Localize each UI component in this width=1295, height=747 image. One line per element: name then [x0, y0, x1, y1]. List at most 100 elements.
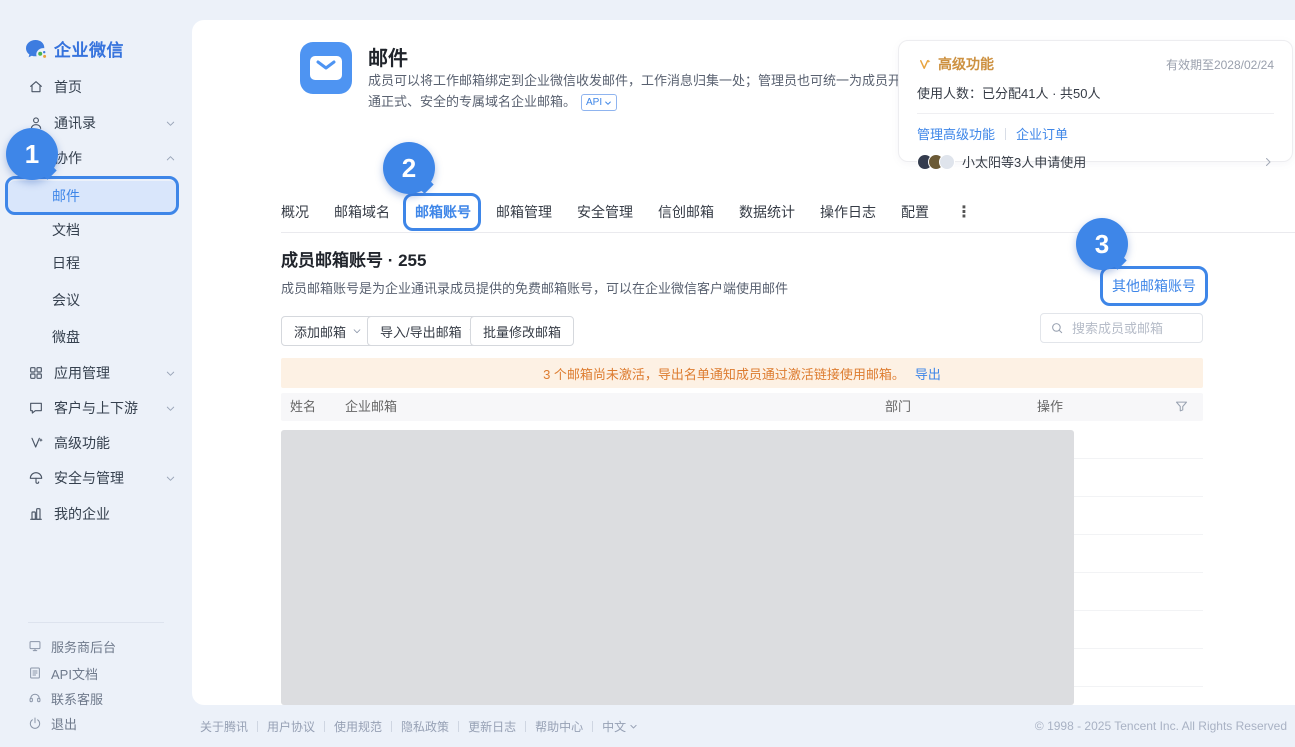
import-export-label: 导入/导出邮箱	[380, 322, 462, 341]
sidebar-item-contacts[interactable]: 通讯录	[0, 109, 192, 137]
sidebar-item-schedule[interactable]: 日程	[0, 249, 192, 277]
chevron-right-icon	[1262, 156, 1274, 168]
section-title: 成员邮箱账号 · 255	[281, 246, 426, 271]
tab-xinchuang-mail[interactable]: 信创邮箱	[658, 202, 714, 222]
chevron-down-icon	[165, 403, 176, 414]
sidebar-item-label: 协作	[54, 148, 82, 168]
column-header-department: 部门	[885, 393, 911, 421]
sidebar-item-contact-support[interactable]: 联系客服	[0, 686, 192, 710]
footer-link-changelog[interactable]: 更新日志	[468, 718, 516, 735]
tab-mail-management[interactable]: 邮箱管理	[496, 202, 552, 222]
sidebar: 企业微信 首页 通讯录 协作 邮件 1 文档 日程 会议 微盘 应用管理	[0, 0, 192, 747]
sidebar-item-customers[interactable]: 客户与上下游	[0, 394, 192, 422]
tab-bar: 概况 邮箱域名 邮箱账号 2 邮箱管理 安全管理 信创邮箱 数据统计 操作日志 …	[281, 192, 972, 232]
sidebar-divider	[28, 622, 164, 623]
add-mailbox-button[interactable]: 添加邮箱	[281, 316, 375, 346]
footer-link-user-agreement[interactable]: 用户协议	[267, 718, 315, 735]
sidebar-item-drive[interactable]: 微盘	[0, 323, 192, 351]
section-description: 成员邮箱账号是为企业通讯录成员提供的免费邮箱账号，可以在企业微信客户端使用邮件	[281, 278, 788, 297]
sidebar-item-label: 首页	[54, 77, 82, 97]
page-description: 成员可以将工作邮箱绑定到企业微信收发邮件，工作消息归集一处；管理员也可统一为成员…	[368, 70, 902, 112]
footer-link-privacy[interactable]: 隐私政策	[401, 718, 449, 735]
add-mailbox-label: 添加邮箱	[294, 322, 346, 341]
sidebar-item-label: 我的企业	[54, 504, 110, 524]
sidebar-item-my-company[interactable]: 我的企业	[0, 500, 192, 528]
footer-separator	[324, 721, 325, 732]
premium-panel-title: 高级功能	[938, 54, 994, 74]
batch-modify-mailbox-button[interactable]: 批量修改邮箱	[470, 316, 574, 346]
export-link[interactable]: 导出	[915, 364, 941, 383]
tab-bar-divider	[281, 232, 1295, 233]
sidebar-item-docs[interactable]: 文档	[0, 216, 192, 244]
footer-link-about[interactable]: 关于腾讯	[200, 718, 248, 735]
power-icon	[28, 716, 42, 730]
chevron-down-icon	[352, 326, 362, 336]
premium-v-icon	[917, 57, 932, 72]
footer-separator	[257, 721, 258, 732]
premium-v-icon	[28, 435, 44, 451]
table-header: 姓名 企业邮箱 部门 操作	[281, 393, 1203, 421]
sidebar-item-label: 文档	[52, 222, 80, 238]
sidebar-item-collaboration[interactable]: 协作	[0, 144, 192, 172]
tab-mail-domain[interactable]: 邮箱域名	[334, 202, 390, 222]
sidebar-item-mail[interactable]: 邮件 1	[8, 181, 178, 212]
sidebar-item-provider-console[interactable]: 服务商后台	[0, 634, 192, 658]
tab-security-management[interactable]: 安全管理	[577, 202, 633, 222]
wecom-admin-page: 企业微信 首页 通讯录 协作 邮件 1 文档 日程 会议 微盘 应用管理	[0, 0, 1295, 747]
company-orders-link[interactable]: 企业订单	[1016, 124, 1068, 143]
page-description-text: 成员可以将工作邮箱绑定到企业微信收发邮件，工作消息归集一处；管理员也可统一为成员…	[368, 73, 901, 109]
activation-notice-text: 3 个邮箱尚未激活，导出名单通知成员通过激活链接使用邮箱。	[543, 364, 905, 383]
footer-separator	[391, 721, 392, 732]
sidebar-item-home[interactable]: 首页	[0, 73, 192, 101]
tab-data-statistics[interactable]: 数据统计	[739, 202, 795, 222]
manage-premium-link[interactable]: 管理高级功能	[917, 124, 995, 143]
filter-icon[interactable]	[1174, 399, 1189, 414]
sidebar-item-api-docs[interactable]: API文档	[0, 661, 192, 685]
chevron-down-icon	[165, 118, 176, 129]
sidebar-item-app-management[interactable]: 应用管理	[0, 359, 192, 387]
monitor-icon	[28, 639, 42, 653]
column-header-actions: 操作	[1037, 393, 1063, 421]
search-box[interactable]	[1040, 313, 1203, 343]
footer-link-usage-rules[interactable]: 使用规范	[334, 718, 382, 735]
sidebar-item-premium-features[interactable]: 高级功能	[0, 429, 192, 457]
tab-operation-log[interactable]: 操作日志	[820, 202, 876, 222]
tab-settings[interactable]: 配置	[901, 202, 929, 222]
chevron-down-icon	[165, 473, 176, 484]
wecom-logo[interactable]: 企业微信	[24, 36, 124, 61]
more-tabs-icon[interactable]: ⋮	[956, 202, 972, 222]
avatar-group	[917, 154, 955, 170]
premium-usage-label: 使用人数：	[917, 86, 982, 101]
premium-usage: 使用人数：已分配41人 · 共50人	[917, 83, 1274, 114]
sidebar-item-logout[interactable]: 退出	[0, 711, 192, 735]
tab-overview[interactable]: 概况	[281, 202, 309, 222]
apps-grid-icon	[28, 365, 44, 381]
column-header-email: 企业邮箱	[345, 393, 397, 421]
sidebar-item-meeting[interactable]: 会议	[0, 286, 192, 314]
page-title: 邮件	[368, 42, 408, 71]
annotation-step-badge-3: 3	[1076, 218, 1128, 270]
search-input[interactable]	[1070, 320, 1193, 337]
footer-separator	[592, 721, 593, 732]
other-mail-accounts-link[interactable]: 其他邮箱账号 3	[1112, 276, 1196, 296]
sidebar-item-security-management[interactable]: 安全与管理	[0, 464, 192, 492]
batch-modify-label: 批量修改邮箱	[483, 322, 561, 341]
wecom-logo-icon	[24, 37, 48, 61]
table-body	[281, 421, 1203, 705]
chevron-down-icon	[604, 99, 612, 107]
premium-request-text: 小太阳等3人申请使用	[962, 152, 1086, 171]
sidebar-item-label: 邮件	[52, 188, 80, 204]
sidebar-item-label: 退出	[51, 714, 77, 733]
footer-link-help-center[interactable]: 帮助中心	[535, 718, 583, 735]
language-selector[interactable]: 中文	[602, 718, 638, 735]
copyright-text: © 1998 - 2025 Tencent Inc. All Rights Re…	[1035, 705, 1287, 747]
sidebar-item-label: 日程	[52, 255, 80, 271]
sidebar-item-label: 安全与管理	[54, 468, 124, 488]
vertical-divider	[1005, 128, 1006, 140]
tab-label: 邮箱账号	[415, 204, 471, 220]
chat-bubble-icon	[28, 400, 44, 416]
premium-request-row[interactable]: 小太阳等3人申请使用	[917, 152, 1274, 171]
tab-mail-accounts[interactable]: 邮箱账号 2	[415, 202, 471, 222]
headset-icon	[28, 691, 42, 705]
api-badge[interactable]: API	[581, 94, 617, 111]
